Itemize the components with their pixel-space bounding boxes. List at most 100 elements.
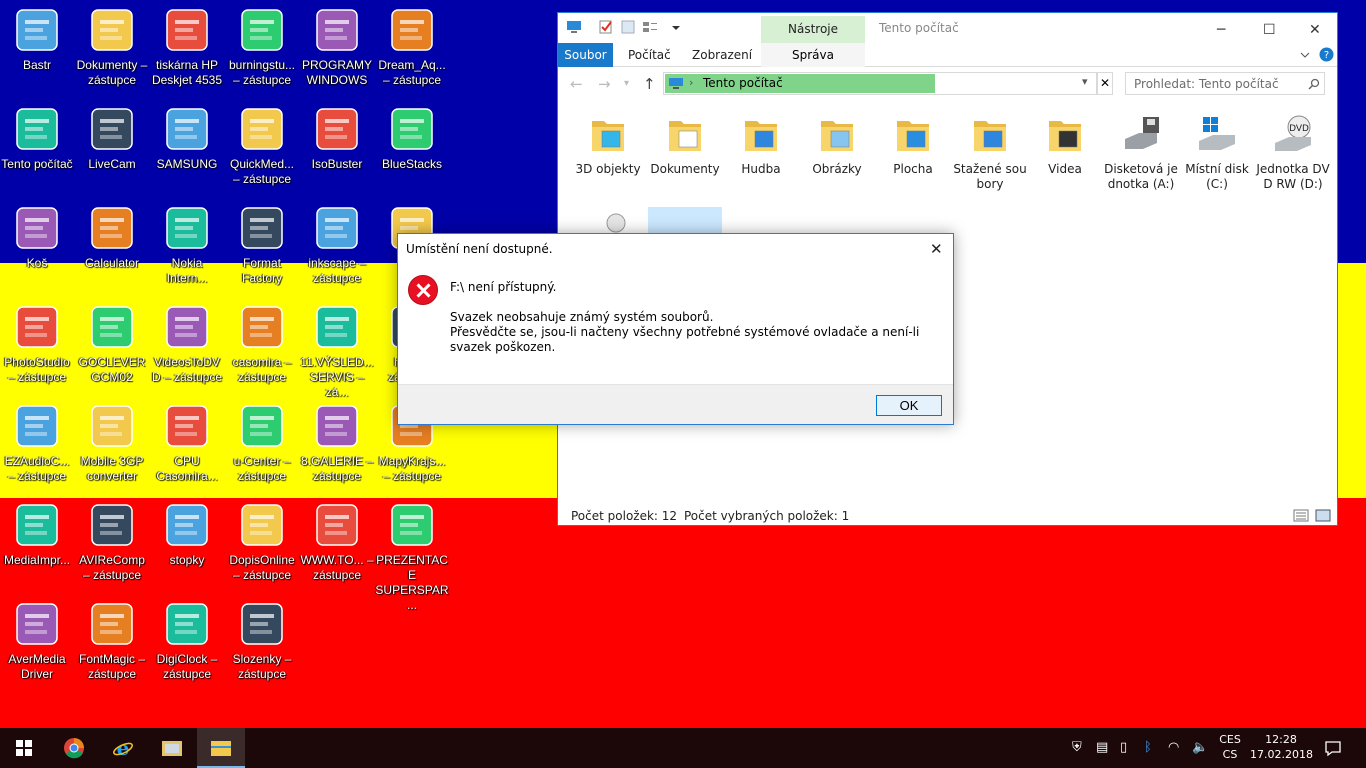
desktop-icon[interactable]: Slozenky – zástupce [225,594,299,690]
explorer-item[interactable]: Stažené soubory [952,113,1028,192]
desktop-icon[interactable]: QuickMed... – zástupce [225,99,299,195]
maximize-button[interactable]: ☐ [1245,13,1291,43]
explorer-item[interactable]: DVD Jednotka DVD RW (D:) [1255,113,1331,192]
desktop-icon[interactable]: LiveCam [75,99,149,195]
desktop-icon-label: Tento počítač [1,157,73,171]
desktop-icon[interactable]: AverMedia Driver [0,594,74,690]
properties-icon[interactable] [598,19,614,35]
explorer-titlebar[interactable]: Nástroje jednotky Tento počítač ─ ☐ ✕ [558,13,1337,63]
drive-item-partial[interactable] [598,213,630,235]
close-button[interactable]: ✕ [1291,13,1337,43]
desktop-icon[interactable]: SAMSUNG [150,99,224,195]
tab-view[interactable]: Zobrazení [680,43,764,67]
desktop-icon[interactable]: PREZENTACE SUPERSPAR... [375,495,449,612]
desktop-icon[interactable]: CPU Casomira... [150,396,224,492]
language-indicator[interactable]: CES CS [1218,732,1242,762]
wifi-icon[interactable]: ◠ [1168,740,1184,756]
desktop-icon[interactable]: casomira – zástupce [225,297,299,393]
volume-icon[interactable]: 🔈 [1192,740,1208,756]
desktop-icon-label: PhotoStudio – zástupce [4,355,70,384]
desktop-icon[interactable]: WWW.TO... – zástupce [300,495,374,591]
desktop-icon[interactable]: IsoBuster [300,99,374,195]
start-button[interactable] [0,728,48,768]
large-icons-view-icon[interactable] [1315,509,1331,522]
desktop-icon[interactable]: Bastr [0,0,74,96]
address-dropdown-icon[interactable]: ▾ [1082,75,1088,88]
dialog-detail-line1: Svazek neobsahuje známý systém souborů. [450,310,714,324]
svg-text:e: e [117,737,130,759]
tab-manage[interactable]: Správa [761,43,865,67]
address-bar[interactable]: › Tento počítač ▾ [663,72,1097,95]
taskbar-internet-explorer[interactable]: e [99,728,147,768]
notifications-icon[interactable] [1324,739,1342,757]
desktop-icon[interactable]: Tento počítač [0,99,74,195]
taskbar-file-explorer[interactable] [197,728,245,768]
desktop-icon[interactable]: EZAudioC... – zástupce [0,396,74,492]
bluetooth-icon[interactable]: ᛒ [1144,740,1160,756]
desktop-icon[interactable]: Calculator [75,198,149,294]
forward-button[interactable]: → [598,75,611,93]
ok-button[interactable]: OK [876,395,942,416]
stop-loading-button[interactable]: ✕ [1097,72,1113,95]
explorer-item[interactable]: Místní disk (C:) [1179,113,1255,192]
explorer-item[interactable]: Disketová jednotka (A:) [1103,113,1179,192]
desktop-icon[interactable]: FontMagic – zástupce [75,594,149,690]
desktop-icon[interactable]: DopisOnline – zástupce [225,495,299,591]
defender-icon[interactable]: ⛨ [1072,740,1088,756]
explorer-item-label: Jednotka DVD RW (D:) [1256,162,1330,191]
explorer-item[interactable]: Hudba [723,113,799,177]
desktop-icon[interactable]: Dokumenty – zástupce [75,0,149,96]
desktop-icon[interactable]: 8.GALERIE – zástupce [300,396,374,492]
minimize-button[interactable]: ─ [1199,13,1245,43]
new-folder-icon[interactable] [620,19,636,35]
desktop-icon[interactable]: GOCLEVER GCM02 [75,297,149,393]
explorer-item[interactable]: Videa [1027,113,1103,177]
context-tab-drive-tools[interactable]: Nástroje jednotky [761,16,865,63]
explorer-item[interactable]: Obrázky [799,113,875,177]
desktop-icon[interactable]: Koš [0,198,74,294]
details-view-icon[interactable] [1293,509,1309,522]
explorer-item[interactable]: 3D objekty [570,113,646,177]
desktop-icon[interactable]: PROGRAMY WINDOWS [300,0,374,96]
clock-icon [163,600,211,648]
desktop-icon-label: BlueStacks [381,157,443,171]
desktop-icon[interactable]: Mobile 3GP converter [75,396,149,492]
dream-aquarium-icon [388,6,436,54]
desktop-icon[interactable]: Format Factory [225,198,299,294]
desktop-icon[interactable]: DigiClock – zástupce [150,594,224,690]
taskbar-chrome[interactable] [50,728,98,768]
help-icon[interactable]: ? [1319,47,1334,62]
recent-chevron-icon[interactable]: ▾ [624,78,629,89]
desktop-icon[interactable]: PhotoStudio – zástupce [0,297,74,393]
desktop-icon[interactable]: u-Center – zástupce [225,396,299,492]
explorer-item[interactable]: Plocha [875,113,951,177]
desktop-icon-label: DopisOnline – zástupce [229,553,295,582]
desktop-icon[interactable]: burningstu... – zástupce [225,0,299,96]
tab-computer[interactable]: Počítač [616,43,683,67]
up-button[interactable]: ↑ [643,75,656,93]
desktop-icon[interactable]: MediaImpr... [0,495,74,591]
view-menu-icon[interactable] [642,19,658,35]
tab-file[interactable]: Soubor [558,43,613,67]
usb-icon[interactable]: ▯ [1120,740,1136,756]
search-input[interactable]: Prohledat: Tento počítač [1125,72,1325,95]
desktop-icon[interactable]: stopky [150,495,224,591]
desktop-icon[interactable]: inkscape – zástupce [300,198,374,294]
taskbar-file-app[interactable] [148,728,196,768]
desktop-icon[interactable]: Nokia Intern... [150,198,224,294]
desktop-icon[interactable]: VideosToDVD – zástupce [150,297,224,393]
back-button[interactable]: ← [570,75,583,93]
explorer-item[interactable]: Dokumenty [647,113,723,177]
desktop-icon[interactable]: AVIReComp – zástupce [75,495,149,591]
desktop-icon[interactable]: 11.VÝSLED... SERVIS – zá... [300,297,374,399]
computer-icon [669,78,683,89]
dialog-close-button[interactable]: ✕ [930,240,943,258]
network-adapter-icon[interactable]: ▤ [1096,740,1112,756]
clock[interactable]: 12:28 17.02.2018 [1250,732,1313,762]
desktop-icon[interactable]: Dream_Aq... – zástupce [375,0,449,96]
file-explorer-icon [211,741,231,756]
desktop-icon[interactable]: tiskárna HP Deskjet 4535 [150,0,224,96]
ribbon-expand-icon[interactable] [1299,49,1311,61]
desktop-icon[interactable]: BlueStacks [375,99,449,195]
chevron-down-icon[interactable] [668,19,684,35]
